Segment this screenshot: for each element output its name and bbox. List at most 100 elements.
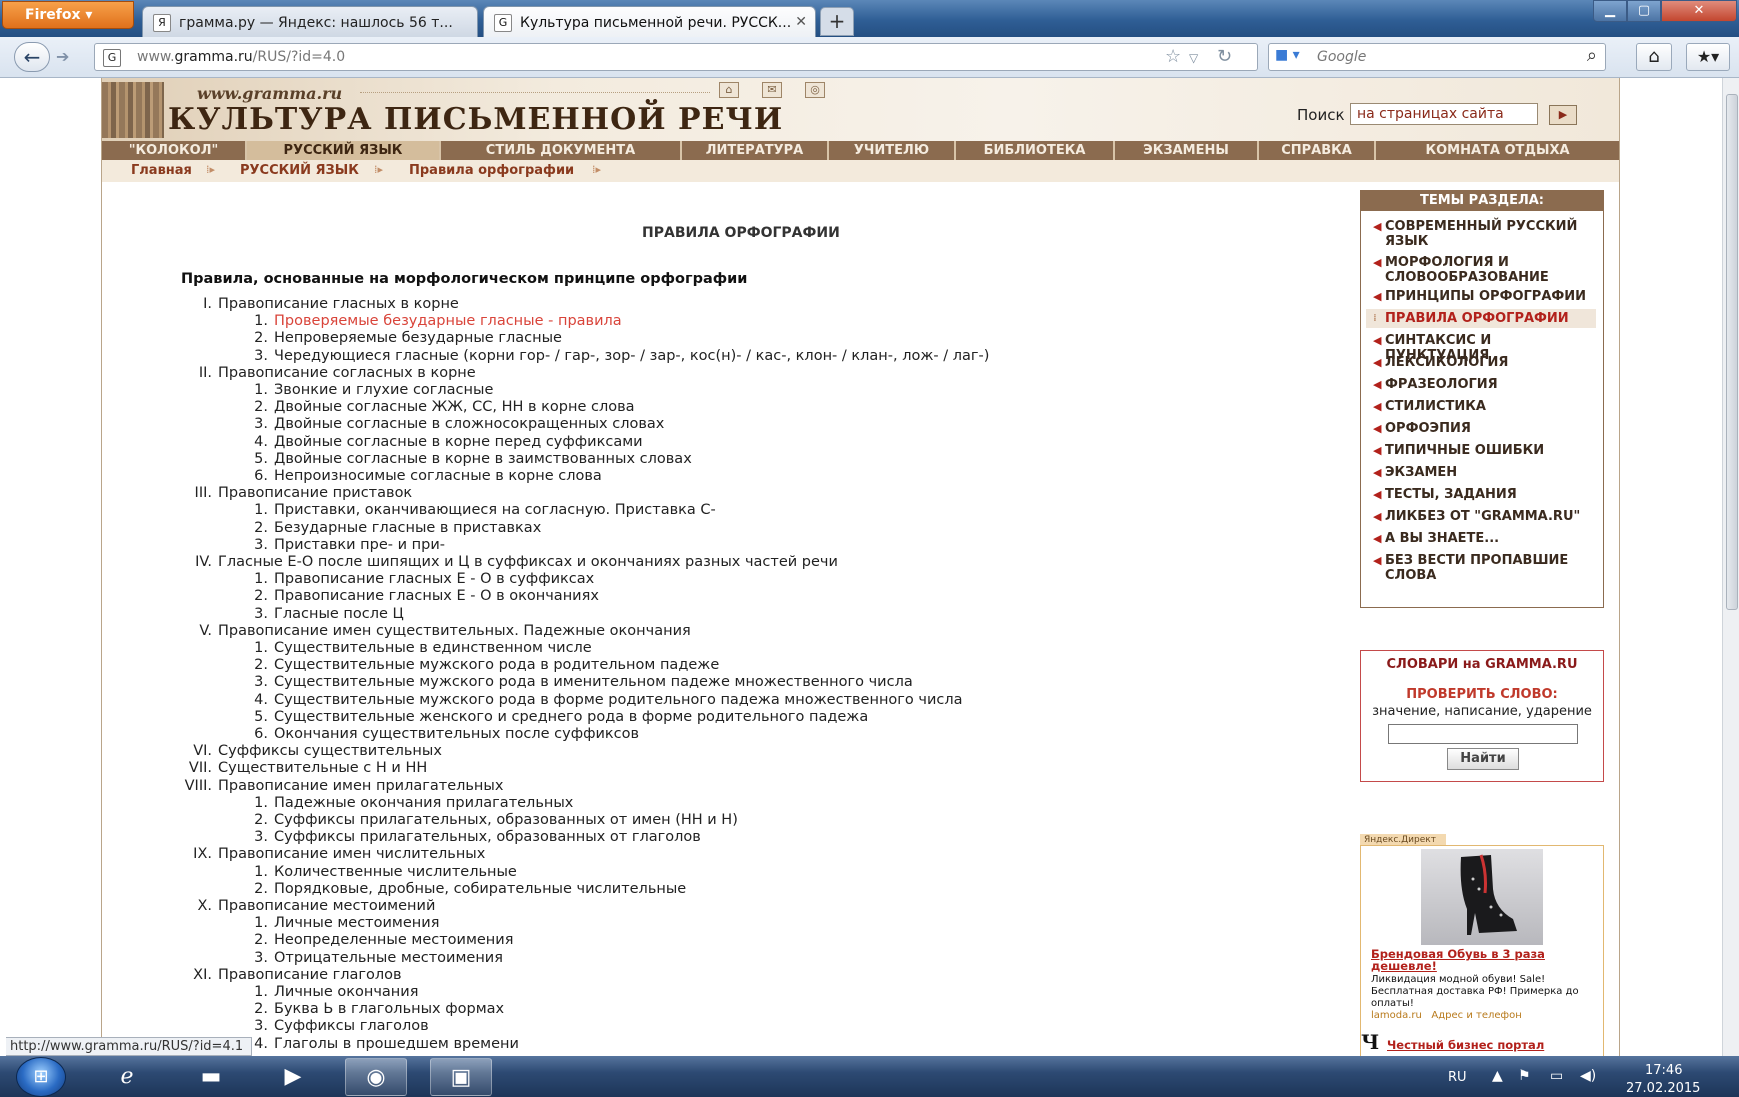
action-center-flag-icon[interactable]: ⚑ [1518,1068,1531,1084]
rule-subitem[interactable]: 3. Существительные мужского рода в именит… [238,674,913,690]
history-dropdown-icon[interactable]: ▽ [1189,51,1198,65]
rule-subitem[interactable]: 6. Непроизносимые согласные в корне слова [238,468,602,484]
rule-link[interactable]: Непроизносимые согласные в корне слова [274,468,602,484]
nav-library[interactable]: БИБЛИОТЕКА [956,141,1115,160]
rule-link[interactable]: Существительные мужского рода в именител… [274,674,913,690]
rule-subitem[interactable]: 3. Суффиксы глаголов [238,1018,429,1034]
rule-subitem[interactable]: 1. Падежные окончания прилагательных [238,795,573,811]
rule-subitem[interactable]: 1. Личные окончания [238,984,418,1000]
tray-expand-icon[interactable]: ▲ [1492,1068,1503,1084]
home-button[interactable]: ⌂ [1636,43,1672,71]
theme-item[interactable]: ◀ ОРФОЭПИЯ [1373,421,1593,436]
rule-link[interactable]: Приставки, оканчивающиеся на согласную. … [274,502,716,518]
volume-icon[interactable]: ◀) [1580,1068,1596,1084]
rule-link[interactable]: Гласные после Ц [274,606,404,622]
rule-subitem[interactable]: 2. Двойные согласные ЖЖ, СС, НН в корне с… [238,399,635,415]
sitemap-icon[interactable]: ◎ [805,82,825,98]
rule-subitem[interactable]: 1. Приставки, оканчивающиеся на согласную… [238,502,716,518]
rule-link[interactable]: Падежные окончания прилагательных [274,795,573,811]
rule-subitem[interactable]: 3. Чередующиеся гласные (корни гор- / гар… [238,348,989,364]
find-button[interactable]: Найти [1447,748,1519,770]
theme-item[interactable]: ◀ ЭКЗАМЕН [1373,465,1593,480]
rule-link[interactable]: Суффиксы глаголов [274,1018,429,1034]
rule-subitem[interactable]: 2. Безударные гласные в приставках [238,520,541,536]
bookmarks-button[interactable]: ★▾ [1686,43,1730,71]
rule-subitem[interactable]: 1. Личные местоимения [238,915,439,931]
ad-contacts-link[interactable]: Адрес и телефон [1431,1010,1521,1021]
page-scrollbar[interactable] [1722,78,1739,1056]
theme-item[interactable]: ◀ ПРИНЦИПЫ ОРФОГРАФИИ [1373,289,1593,304]
rule-subitem[interactable]: 3. Отрицательные местоимения [238,950,503,966]
ad-boot-image[interactable] [1421,849,1543,945]
address-bar[interactable]: G www.gramma.ru/RUS/?id=4.0 ☆ ▽ ↻ [94,43,1258,71]
theme-item[interactable]: ◀ СТИЛИСТИКА [1373,399,1593,414]
rule-subitem[interactable]: 4. Двойные согласные в корне перед суффик… [238,434,642,450]
ad-title-link[interactable]: Брендовая Обувь в 3 раза дешевле! [1371,948,1591,972]
rule-subitem[interactable]: 5. Существительные женского и среднего ро… [238,709,868,725]
rule-link[interactable]: Двойные согласные в сложносокращенных сл… [274,416,664,432]
nav-teacher[interactable]: УЧИТЕЛЮ [829,141,956,160]
theme-item[interactable]: ◀ ЛИКБЕЗ ОТ "GRAMMA.RU" [1373,509,1593,524]
rule-link[interactable]: Неопределенные местоимения [274,932,513,948]
rule-link[interactable]: Отрицательные местоимения [274,950,503,966]
word-input[interactable] [1388,724,1578,744]
reload-icon[interactable]: ↻ [1217,46,1232,67]
breadcrumb-russian[interactable]: РУССКИЙ ЯЗЫК [240,163,359,178]
rule-subitem[interactable]: 3. Двойные согласные в сложносокращенных … [238,416,664,432]
theme-item[interactable]: ◀ ТИПИЧНЫЕ ОШИБКИ [1373,443,1593,458]
rule-link[interactable]: Суффиксы прилагательных, образованных от… [274,812,738,828]
rule-link[interactable]: Безударные гласные в приставках [274,520,541,536]
rule-subitem[interactable]: 1. Звонкие и глухие согласные [238,382,493,398]
rule-subitem[interactable]: 2. Буква Ь в глагольных формах [238,1001,504,1017]
rule-subitem[interactable]: 1. Существительные в единственном числе [238,640,592,656]
rule-subitem[interactable]: 3. Суффиксы прилагательных, образованных … [238,829,701,845]
theme-item[interactable]: ◀ ЛЕКСИКОЛОГИЯ [1373,355,1593,370]
ad2-title-link[interactable]: Честный бизнес портал [1387,1038,1544,1052]
site-search-input[interactable]: на страницах сайта [1350,103,1538,125]
rule-link[interactable]: Глаголы в прошедшем времени [274,1036,519,1052]
search-bar[interactable]: ■ ▾ Google ⌕ [1268,43,1606,71]
mail-icon[interactable]: ✉ [762,82,782,98]
bookmark-star-icon[interactable]: ☆ [1165,46,1181,67]
site-logo-title[interactable]: КУЛЬТУРА ПИСЬМЕННОЙ РЕЧИ [168,102,783,137]
rule-subitem[interactable]: 4. Существительные мужского рода в форме … [238,692,962,708]
rule-link[interactable]: Правописание гласных Е - О в суффиксах [274,571,594,587]
explorer-folder-icon[interactable]: ▬ [180,1058,242,1096]
rule-subitem[interactable]: 1. Правописание гласных Е - О в суффиксах [238,571,594,587]
theme-item[interactable]: ⁞ ПРАВИЛА ОРФОГРАФИИ [1366,309,1596,328]
browser-tab-yandex[interactable]: Я грамма.ру — Яндекс: нашлось 56 т... [142,6,478,37]
rule-link[interactable]: Существительные мужского рода в родитель… [274,657,719,673]
theme-item[interactable]: ◀ МОРФОЛОГИЯ И СЛОВООБРАЗОВАНИЕ [1373,255,1593,285]
new-tab-button[interactable]: + [820,7,854,36]
breadcrumb-home[interactable]: Главная [131,163,192,178]
rule-link[interactable]: Непроверяемые безударные гласные [274,330,562,346]
rule-subitem[interactable]: 3. Приставки пре- и при- [238,537,445,553]
dictionary-title[interactable]: СЛОВАРИ на GRAMMA.RU [1361,657,1603,672]
nav-rest-room[interactable]: КОМНАТА ОТДЫХА [1376,141,1619,160]
nav-russian-language[interactable]: РУССКИЙ ЯЗЫК [247,141,441,160]
scrollbar-thumb[interactable] [1726,94,1738,610]
rule-subitem[interactable]: 1. Проверяемые безударные гласные - прави… [238,313,622,329]
nav-document-style[interactable]: СТИЛЬ ДОКУМЕНТА [441,141,682,160]
theme-item[interactable]: ◀ ФРАЗЕОЛОГИЯ [1373,377,1593,392]
rule-subitem[interactable]: 4. Глаголы в прошедшем времени [238,1036,519,1052]
site-identity-icon[interactable]: G [103,49,121,67]
rule-subitem[interactable]: 2. Правописание гласных Е - О в окончания… [238,588,599,604]
rule-link[interactable]: Порядковые, дробные, собирательные числи… [274,881,686,897]
maximize-button[interactable]: ▢ [1627,0,1661,22]
nav-exams[interactable]: ЭКЗАМЕНЫ [1115,141,1259,160]
rule-link[interactable]: Буква Ь в глагольных формах [274,1001,504,1017]
close-window-button[interactable]: ✕ [1661,0,1737,22]
firefox-menu-button[interactable]: Firefox ▾ [2,1,134,29]
back-button[interactable]: ← [14,42,50,72]
rule-subitem[interactable]: 2. Суффиксы прилагательных, образованных … [238,812,738,828]
rule-link[interactable]: Приставки пре- и при- [274,537,445,553]
rule-subitem[interactable]: 6. Окончания существительных после суффик… [238,726,639,742]
browser-tab-gramma[interactable]: G Культура письменной речи. РУССК... ✕ [483,6,816,37]
rule-link[interactable]: Двойные согласные ЖЖ, СС, НН в корне сло… [274,399,635,415]
start-button[interactable]: ⊞ [16,1057,66,1097]
firefox-taskbar-icon[interactable]: ◉ [345,1058,407,1096]
rule-link[interactable]: Личные окончания [274,984,418,1000]
theme-item[interactable]: ◀ А ВЫ ЗНАЕТЕ... [1373,531,1593,546]
clock-date[interactable]: 27.02.2015 [1626,1081,1700,1096]
